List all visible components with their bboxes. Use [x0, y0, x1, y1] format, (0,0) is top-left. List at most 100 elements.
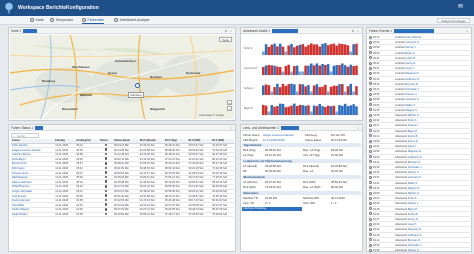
chart-bar[interactable]: [312, 44, 316, 55]
chart-bar[interactable]: [338, 84, 341, 95]
event-driver[interactable]: Feeny D.: [408, 140, 419, 143]
chart-bar[interactable]: [281, 103, 285, 115]
chart-bar[interactable]: [293, 84, 296, 95]
chart-bar[interactable]: [315, 63, 319, 75]
chart-bar[interactable]: [290, 83, 293, 95]
chart-bar[interactable]: [329, 44, 333, 55]
chart-bar[interactable]: [262, 85, 265, 95]
chart-bar[interactable]: [284, 107, 288, 115]
chart-bar[interactable]: [281, 71, 285, 76]
add-widget-button[interactable]: Widget hinzufügen: [437, 18, 470, 23]
chart-bar[interactable]: [346, 86, 350, 95]
chart-bar[interactable]: [326, 64, 330, 75]
event-driver[interactable]: Hoffmann S.: [408, 156, 422, 159]
event-driver[interactable]: Feeny D.: [405, 62, 416, 65]
chart-bar[interactable]: [304, 65, 307, 75]
event-driver[interactable]: Fuchs B.: [408, 135, 418, 138]
chart-bar[interactable]: [329, 86, 333, 95]
tab-temperatur[interactable]: Temperatur: [50, 17, 73, 24]
chart-bar[interactable]: [343, 65, 347, 75]
chart-bar[interactable]: [281, 83, 285, 95]
chart-bar[interactable]: [264, 84, 268, 95]
event-driver[interactable]: Fuchs B.: [408, 213, 418, 216]
event-driver[interactable]: Kuhn S.: [408, 119, 417, 122]
chart-bar[interactable]: [352, 104, 355, 115]
chart-bar[interactable]: [326, 105, 330, 115]
chart-bar[interactable]: [326, 45, 330, 55]
chart-bar[interactable]: [267, 85, 271, 95]
event-driver[interactable]: Lehmann F.: [408, 176, 422, 179]
event-driver[interactable]: Schneider J.: [408, 244, 422, 247]
chart-bar[interactable]: [262, 104, 265, 115]
chart-bar[interactable]: [346, 66, 350, 75]
event-driver[interactable]: Wegener R.: [405, 72, 419, 75]
chart-bar[interactable]: [301, 105, 305, 115]
map-type-select[interactable]: Karte: [219, 37, 232, 42]
driver-filter-chip[interactable]: [280, 126, 299, 130]
chart-bar[interactable]: [262, 51, 265, 56]
event-driver[interactable]: Brunnen D.: [408, 161, 421, 164]
chart-bar[interactable]: [335, 111, 338, 116]
event-driver[interactable]: Goos T.: [408, 145, 417, 148]
chart-bar[interactable]: [338, 105, 341, 115]
event-driver[interactable]: Schneider J.: [408, 166, 422, 169]
chart-bar[interactable]: [290, 105, 293, 115]
event-driver[interactable]: Richter H.: [408, 114, 420, 117]
chart-bar[interactable]: [335, 45, 338, 55]
mail-icon[interactable]: ✉: [457, 4, 464, 11]
chart-bar[interactable]: [355, 106, 358, 115]
nav-konfiguration[interactable]: Konfiguration: [66, 5, 99, 11]
chart-bar[interactable]: [349, 83, 353, 95]
chart-bar[interactable]: [349, 64, 353, 75]
event-driver[interactable]: Brunnen D.: [408, 239, 421, 242]
close-icon[interactable]: ×: [229, 126, 233, 130]
event-driver[interactable]: Wagner S.: [405, 109, 417, 112]
chart-bar[interactable]: [310, 111, 313, 116]
chart-bar[interactable]: [273, 65, 276, 75]
chart-bar[interactable]: [307, 45, 310, 55]
chart-bar[interactable]: [295, 105, 299, 115]
chart-bar[interactable]: [267, 111, 271, 116]
event-driver[interactable]: Wegener R.: [408, 150, 422, 153]
chart-bar[interactable]: [307, 85, 310, 95]
event-driver[interactable]: Kramer U.: [408, 249, 420, 252]
chart-bar[interactable]: [315, 44, 319, 55]
chart-bar[interactable]: [326, 91, 330, 96]
chart-bar[interactable]: [310, 91, 313, 96]
event-driver[interactable]: Bayer P.: [408, 208, 418, 211]
chart-bar[interactable]: [276, 106, 279, 115]
event-driver[interactable]: Sehme J.: [405, 46, 416, 49]
vehicle-filter-chip[interactable]: [23, 29, 38, 33]
chart-bar[interactable]: [293, 47, 296, 55]
chart-bar[interactable]: [278, 87, 282, 95]
search-input[interactable]: ⌕ Suche: [11, 133, 39, 138]
chart-bar[interactable]: [312, 65, 316, 75]
chart-bar[interactable]: [310, 43, 313, 55]
table-row[interactable]: Heike Richter 14.11.2018 04:38 00:19:52 Min…: [11, 212, 234, 218]
chart-bar[interactable]: [267, 65, 271, 75]
chart-bar[interactable]: [304, 86, 307, 95]
chart-bar[interactable]: [273, 87, 276, 95]
chart-bar[interactable]: [301, 84, 305, 95]
map-view[interactable]: Duisburg Essen Bochum Dortmund Düsseldor…: [10, 35, 234, 119]
event-driver[interactable]: Hoffmann S.: [405, 78, 419, 81]
chart-bar[interactable]: [352, 44, 355, 55]
chart-bar[interactable]: [304, 105, 307, 115]
event-driver[interactable]: Kramer U.: [405, 93, 417, 96]
chart-bar[interactable]: [287, 84, 290, 95]
chart-bar[interactable]: [341, 84, 344, 95]
chart-bar[interactable]: [264, 65, 268, 75]
chart-bar[interactable]: [312, 85, 316, 95]
event-driver[interactable]: Lehmann F.: [405, 98, 419, 101]
chart-bar[interactable]: [287, 106, 290, 115]
chart-bar[interactable]: [318, 46, 322, 55]
chart-bar[interactable]: [355, 43, 358, 55]
chart-bar[interactable]: [321, 106, 324, 115]
chart-bar[interactable]: [324, 84, 327, 95]
settings-icon[interactable]: ⚙: [224, 29, 228, 33]
chart-bar[interactable]: [278, 43, 282, 55]
chart-bar[interactable]: [343, 103, 347, 115]
zoom-out-button[interactable]: −: [227, 106, 232, 112]
event-driver[interactable]: Feeny D.: [408, 218, 419, 221]
chart-bar[interactable]: [355, 65, 358, 75]
